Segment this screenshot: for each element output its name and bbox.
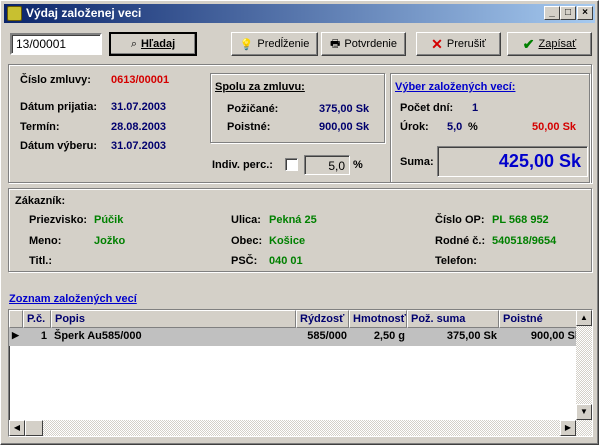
zip-value: 040 01 [269,255,303,267]
contract-number: 0613/00001 [111,74,170,86]
borrowed-label: Požičané: [227,103,279,115]
insurance-label: Poistné: [227,121,271,133]
id-card-label: Číslo OP: [435,214,485,226]
search-button[interactable]: ⌕ Hľadaj [109,32,197,56]
app-icon [7,6,22,21]
save-button[interactable]: ✔ Zapísať [507,32,592,56]
cancel-button[interactable]: ✕ Prerušiť [416,32,501,56]
indiv-percent-checkbox[interactable] [285,158,298,171]
column-header-loan[interactable]: Pož. suma [407,310,499,328]
confirm-button[interactable]: 🖶 Potvrdenie [321,32,406,56]
row-weight: 2,50 g [373,330,405,342]
surname-label: Priezvisko: [29,214,88,226]
list-title[interactable]: Zoznam založených vecí [9,293,137,305]
name-label: Meno: [29,235,62,247]
main-window: Výdaj založenej veci _ □ × ⌕ Hľadaj 💡 Pr… [0,0,599,445]
withdraw-date-label: Dátum výberu: [20,140,98,152]
search-button-label: Hľadaj [140,38,176,50]
totals-title: Spolu za zmluvu: [215,81,305,93]
interest-rate: 5,0 [447,121,463,133]
accepted-date-label: Dátum prijatia: [20,101,98,113]
cancel-button-label: Prerušiť [446,38,486,50]
checkmark-icon: ✔ [522,35,535,52]
horizontal-scrollbar[interactable]: ◀ ▶ [9,420,576,436]
column-header-description[interactable]: Popis [51,310,296,328]
confirm-button-label: Potvrdenie [344,38,397,50]
maximize-button[interactable]: □ [560,6,576,20]
city-label: Obec: [231,235,263,247]
customer-title: Zákazník: [15,195,66,207]
table-row[interactable]: ▶ 1 Šperk Au585/000 585/000 2,50 g 375,0… [9,328,581,346]
scroll-down-icon[interactable]: ▼ [576,404,592,420]
interest-amount: 50,00 Sk [532,121,577,133]
scroll-up-icon[interactable]: ▲ [576,310,592,326]
birth-number-label: Rodné č.: [435,235,486,247]
prolong-button-label: Predĺženie [257,38,310,50]
selection-title: Výber založených vecí: [395,81,516,93]
close-button[interactable]: × [577,6,593,20]
printer-icon: 🖶 [330,37,341,50]
prolong-button[interactable]: 💡 Predĺženie [231,32,318,56]
lightbulb-icon: 💡 [239,38,254,51]
row-no: 1 [40,330,47,342]
indiv-percent-sign: % [353,159,363,171]
borrowed-value: 375,00 Sk [319,103,370,115]
accepted-date: 31.07.2003 [111,101,167,113]
term-label: Termín: [20,121,60,133]
term-date: 28.08.2003 [111,121,167,133]
sum-value: 425,00 Sk [437,146,588,177]
scroll-left-icon[interactable]: ◀ [9,420,25,436]
phone-label: Telefon: [435,255,477,267]
row-pointer-icon: ▶ [12,330,19,340]
withdraw-date: 31.07.2003 [111,140,167,152]
vertical-scrollbar[interactable]: ▲ ▼ [576,310,592,436]
scroll-right-icon[interactable]: ▶ [560,420,576,436]
title-label: Titl.: [29,255,53,267]
grid-corner [9,310,23,328]
days-label: Počet dní: [400,102,454,114]
row-purity: 585/000 [307,330,347,342]
minimize-button[interactable]: _ [544,6,560,20]
street-value: Pekná 25 [269,214,317,226]
column-header-purity[interactable]: Rýdzosť [296,310,349,328]
row-loan: 375,00 Sk [446,330,497,342]
interest-label: Úrok: [400,121,429,133]
name-value: Jožko [94,235,126,247]
indiv-percent-field[interactable]: 5,0 [304,155,350,175]
column-header-insurance[interactable]: Poistné [499,310,577,328]
indiv-percent-label: Indiv. perc.: [212,159,273,171]
save-button-label: Zapísať [538,38,577,50]
city-value: Košice [269,235,306,247]
items-grid[interactable]: P.č. Popis Rýdzosť Hmotnosť Pož. suma Po… [8,309,593,437]
id-card-value: PL 568 952 [492,214,549,226]
row-insurance: 900,00 Sk [530,330,581,342]
title-bar: Výdaj založenej veci _ □ × [4,4,595,23]
street-label: Ulica: [231,214,261,226]
column-header-weight[interactable]: Hmotnosť [349,310,407,328]
scroll-thumb[interactable] [25,420,43,436]
cross-icon: ✕ [431,35,443,52]
zip-label: PSČ: [231,255,258,267]
sum-label: Suma: [400,156,434,168]
interest-percent-sign: % [468,121,478,133]
column-header-no[interactable]: P.č. [23,310,51,328]
surname-value: Púčik [94,214,124,226]
contract-number-label: Číslo zmluvy: [20,74,91,86]
search-icon: ⌕ [130,37,137,50]
insurance-value: 900,00 Sk [319,121,370,133]
days-value: 1 [472,102,479,114]
row-description: Šperk Au585/000 [54,330,142,342]
birth-number-value: 540518/9654 [492,235,557,247]
window-title: Výdaj založenej veci [26,6,142,20]
contract-search-input[interactable] [10,33,102,55]
